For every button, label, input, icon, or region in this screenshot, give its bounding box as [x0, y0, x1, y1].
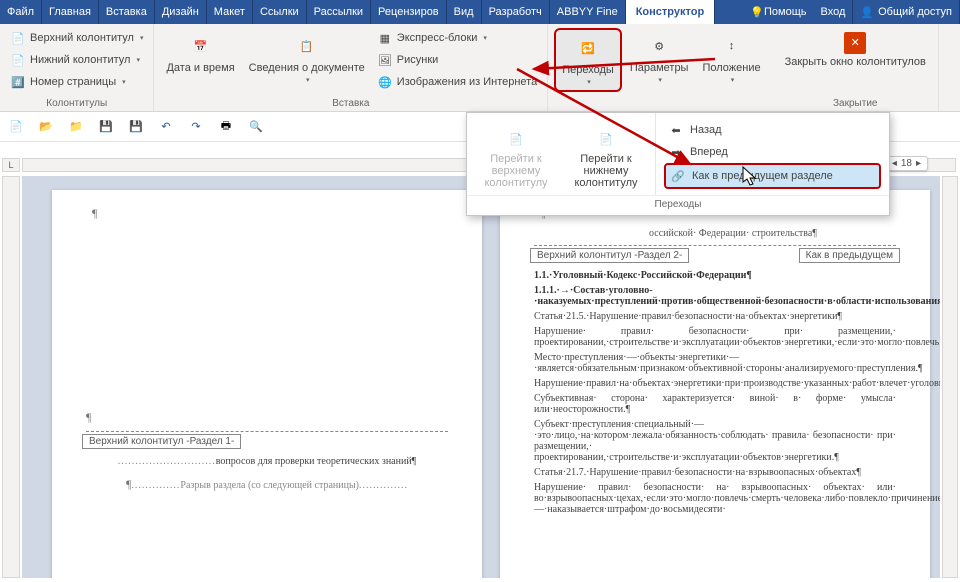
btn-web-images[interactable]: 🌐 Изображения из Интернета: [373, 72, 541, 92]
btn-page-number[interactable]: #️⃣ Номер страницы▾: [6, 72, 147, 92]
group-title-headers: Колонтитулы: [6, 96, 147, 111]
parameters-icon: ⚙: [645, 32, 673, 60]
page-left: ¶ Верхний колонтитул -Раздел 1- ........…: [52, 190, 482, 578]
ribbon-group-headers: 📄 Верхний колонтитул▾ 📄 Нижний колонтиту…: [0, 24, 154, 111]
page-number-icon: #️⃣: [10, 74, 26, 90]
document-area[interactable]: ¶ Верхний колонтитул -Раздел 1- ........…: [22, 176, 940, 578]
qat-undo-icon[interactable]: ↶: [158, 119, 174, 135]
body-text-left: ............................вопросов для…: [86, 456, 448, 492]
qat-open2-icon[interactable]: 📁: [68, 119, 84, 135]
tab-login[interactable]: Вход: [814, 0, 854, 24]
tab-constructor[interactable]: Конструктор: [626, 0, 715, 24]
page-right: ¶ оссийской· Федерации· строительства¶ В…: [500, 190, 930, 578]
ribbon-group-insert: 📅 Дата и время 📋 Сведения о документе▾ ▦…: [154, 24, 548, 111]
ribbon-group-nav: 🔁 Переходы ▾ ⚙ Параметры ▾ ↕ Положение ▾: [548, 24, 772, 111]
body-text-right: 1.1.·Уголовный·Кодекс·Российской·Федерац…: [534, 270, 896, 515]
link-prev-icon: 🔗: [670, 168, 686, 184]
qat-save-icon[interactable]: 💾: [98, 119, 114, 135]
chevron-down-icon: ▾: [483, 34, 487, 42]
btn-express-blocks[interactable]: ▦ Экспресс-блоки▾: [373, 28, 541, 48]
chevron-down-icon: ▾: [731, 76, 735, 84]
btn-date-time[interactable]: 📅 Дата и время: [160, 28, 240, 78]
goto-top-icon: 📄: [502, 125, 530, 153]
back-icon: ⬅: [668, 122, 684, 138]
popup-goto-bottom[interactable]: 📄 Перейти к нижнему колонтитулу: [561, 121, 651, 195]
btn-parameters[interactable]: ⚙ Параметры ▾: [624, 28, 695, 88]
pilcrow-icon: ¶: [92, 206, 97, 221]
qat-saveas-icon[interactable]: 💾: [128, 119, 144, 135]
qat-preview-icon[interactable]: 🔍: [248, 119, 264, 135]
chevron-down-icon: ▾: [136, 56, 140, 64]
tab-home[interactable]: Главная: [42, 0, 99, 24]
header-zone-sec1[interactable]: ¶ Верхний колонтитул -Раздел 1-: [86, 410, 448, 432]
forward-icon: ➡: [668, 144, 684, 160]
header-tag-sec2: Верхний колонтитул -Раздел 2-: [530, 248, 689, 263]
tab-abbyy[interactable]: ABBYY Fine: [550, 0, 626, 24]
popup-goto-top: 📄 Перейти к верхнему колонтитулу: [471, 121, 561, 195]
btn-top-header[interactable]: 📄 Верхний колонтитул▾: [6, 28, 147, 48]
header-tag-same-as-prev: Как в предыдущем: [799, 248, 900, 263]
picture-icon: 🖼: [377, 52, 393, 68]
goto-bottom-icon: 📄: [592, 125, 620, 153]
qat-redo-icon[interactable]: ↷: [188, 119, 204, 135]
tabs-bar: Файл Главная Вставка Дизайн Макет Ссылки…: [0, 0, 960, 24]
chevron-down-icon: ▾: [122, 78, 126, 86]
qat-print-icon[interactable]: 🖶: [218, 119, 234, 135]
btn-close-headers[interactable]: ✕ Закрыть окно колонтитулов: [779, 28, 932, 72]
tab-file[interactable]: Файл: [0, 0, 42, 24]
qat-new-icon[interactable]: 📄: [8, 119, 24, 135]
popup-footer: Переходы: [467, 195, 889, 215]
tab-layout[interactable]: Макет: [207, 0, 253, 24]
tab-developer[interactable]: Разработч: [482, 0, 550, 24]
chevron-down-icon: ▾: [140, 34, 144, 42]
close-icon: ✕: [844, 32, 866, 54]
chevron-down-icon: ▾: [587, 78, 591, 86]
share-icon: 👤: [860, 6, 874, 19]
btn-bottom-header[interactable]: 📄 Нижний колонтитул▾: [6, 50, 147, 70]
transitions-icon: 🔁: [574, 34, 602, 62]
ribbon-group-close: ✕ Закрыть окно колонтитулов Закрытие: [773, 24, 939, 111]
popup-item-back[interactable]: ⬅ Назад: [664, 119, 881, 141]
btn-transitions[interactable]: 🔁 Переходы ▾: [554, 28, 622, 92]
header-zone-sec2[interactable]: оссийской· Федерации· строительства¶ Вер…: [534, 228, 896, 246]
tab-view[interactable]: Вид: [447, 0, 482, 24]
docinfo-icon: 📋: [293, 32, 321, 60]
position-icon: ↕: [718, 32, 746, 60]
ribbon: 📄 Верхний колонтитул▾ 📄 Нижний колонтиту…: [0, 24, 960, 112]
header-top-icon: 📄: [10, 30, 26, 46]
right-arrow-icon: ▸: [916, 158, 921, 169]
group-title-close: Закрытие: [779, 96, 932, 111]
pilcrow-icon: ¶: [86, 410, 91, 424]
ruler-corner: L: [2, 158, 20, 172]
tab-share[interactable]: 👤Общий доступ: [853, 0, 960, 24]
tab-review[interactable]: Рецензиров: [371, 0, 447, 24]
tab-design[interactable]: Дизайн: [155, 0, 207, 24]
group-title-insert: Вставка: [160, 96, 541, 111]
blocks-icon: ▦: [377, 30, 393, 46]
tab-help[interactable]: 💡 Помощь: [743, 0, 813, 24]
lightbulb-icon: 💡: [750, 6, 764, 19]
chevron-down-icon: ▾: [306, 76, 310, 84]
left-arrow-icon: ◂: [892, 158, 897, 169]
popup-item-same-as-prev[interactable]: 🔗 Как в предыдущем разделе: [664, 163, 881, 189]
header-tag-sec1: Верхний колонтитул -Раздел 1-: [82, 434, 241, 449]
scrollbar-vertical[interactable]: [942, 176, 958, 578]
chevron-down-icon: ▾: [658, 76, 662, 84]
ruler-vertical[interactable]: [2, 176, 20, 578]
btn-pictures[interactable]: 🖼 Рисунки: [373, 50, 541, 70]
btn-position[interactable]: ↕ Положение ▾: [696, 28, 766, 88]
header-bottom-icon: 📄: [10, 52, 26, 68]
qat-open-icon[interactable]: 📂: [38, 119, 54, 135]
tab-insert[interactable]: Вставка: [99, 0, 155, 24]
tab-references[interactable]: Ссылки: [253, 0, 307, 24]
tab-mailings[interactable]: Рассылки: [307, 0, 371, 24]
btn-doc-info[interactable]: 📋 Сведения о документе▾: [243, 28, 371, 88]
calendar-icon: 📅: [187, 32, 215, 60]
popup-item-forward[interactable]: ➡ Вперед: [664, 141, 881, 163]
group-title-nav: [554, 96, 766, 111]
transitions-popup: 📄 Перейти к верхнему колонтитулу 📄 Перей…: [466, 112, 890, 216]
web-image-icon: 🌐: [377, 74, 393, 90]
